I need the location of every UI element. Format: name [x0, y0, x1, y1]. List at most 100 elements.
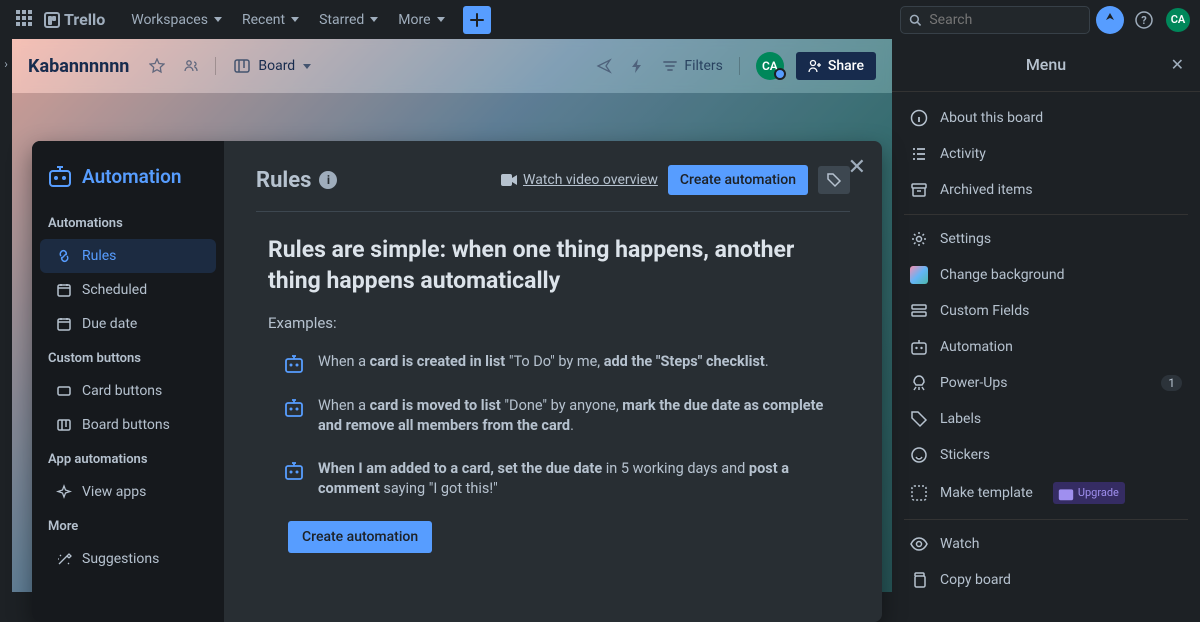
video-icon	[501, 174, 517, 186]
wand-icon	[56, 551, 72, 567]
menu-about-board[interactable]: About this board	[892, 100, 1200, 136]
tags-button[interactable]	[818, 166, 850, 194]
menu-automation[interactable]: Automation	[892, 329, 1200, 365]
board-title[interactable]: Kabannnnnn	[28, 56, 129, 77]
help-icon: ?	[1135, 11, 1153, 29]
compass-icon	[1102, 12, 1118, 28]
filters-button[interactable]: Filters	[656, 52, 729, 80]
sidebar-item-due-date[interactable]: Due date	[40, 307, 216, 341]
fields-icon	[910, 302, 928, 320]
menu-powerups[interactable]: Power-Ups1	[892, 365, 1200, 401]
nav-workspaces[interactable]: Workspaces	[121, 6, 232, 34]
help-button[interactable]: ?	[1130, 6, 1158, 34]
share-button[interactable]: Share	[796, 52, 876, 80]
nav-recent[interactable]: Recent	[232, 6, 309, 34]
menu-title: Menu	[1026, 55, 1066, 74]
section-app-automations: App automations	[32, 442, 224, 475]
chevron-down-icon	[303, 64, 311, 69]
sidebar-item-rules[interactable]: Rules	[40, 239, 216, 273]
sidebar-item-scheduled[interactable]: Scheduled	[40, 273, 216, 307]
menu-change-background[interactable]: Change background	[892, 257, 1200, 293]
powerups-count-badge: 1	[1161, 375, 1182, 391]
list-icon	[910, 145, 928, 163]
link-icon	[56, 248, 72, 264]
menu-custom-fields[interactable]: Custom Fields	[892, 293, 1200, 329]
people-icon	[183, 58, 199, 74]
bolt-icon	[630, 58, 644, 74]
rules-intro-heading: Rules are simple: when one thing happens…	[268, 234, 798, 296]
robot-icon	[284, 398, 304, 418]
search-input[interactable]	[900, 6, 1090, 34]
board-icon	[234, 58, 250, 74]
menu-labels[interactable]: Labels	[892, 401, 1200, 437]
board-icon	[56, 417, 72, 433]
apps-launcher-icon[interactable]	[16, 10, 36, 30]
robot-icon	[284, 354, 304, 374]
star-board-button[interactable]	[143, 52, 171, 80]
send-icon	[596, 58, 612, 74]
menu-watch[interactable]: Watch	[892, 526, 1200, 562]
calendar-icon	[56, 316, 72, 332]
close-menu-button[interactable]: ✕	[1171, 55, 1184, 74]
robot-icon	[910, 338, 928, 356]
watch-video-link[interactable]: Watch video overview	[501, 172, 658, 188]
rule-example: When I am added to a card, set the due d…	[284, 459, 838, 500]
notifications-button[interactable]	[1096, 6, 1124, 34]
chevron-down-icon	[437, 17, 445, 22]
chevron-down-icon	[214, 17, 222, 22]
calendar-icon	[56, 282, 72, 298]
rocket-icon	[910, 374, 928, 392]
sidebar-item-board-buttons[interactable]: Board buttons	[40, 408, 216, 442]
star-icon	[149, 58, 165, 74]
search-icon	[909, 13, 921, 27]
account-avatar[interactable]: CA	[1164, 6, 1192, 34]
gear-icon	[910, 230, 928, 248]
nav-starred[interactable]: Starred	[309, 6, 388, 34]
chevron-down-icon	[291, 17, 299, 22]
sidebar-item-suggestions[interactable]: Suggestions	[40, 542, 216, 576]
automation-bolt-button[interactable]	[624, 52, 650, 80]
close-automation-panel[interactable]: ✕	[848, 155, 866, 180]
filter-icon	[662, 58, 678, 74]
card-icon	[56, 383, 72, 399]
menu-settings[interactable]: Settings	[892, 221, 1200, 257]
section-automations: Automations	[32, 206, 224, 239]
tag-icon	[910, 410, 928, 428]
create-automation-button-secondary[interactable]: Create automation	[288, 521, 432, 553]
visibility-button[interactable]	[177, 52, 205, 80]
chevron-right-icon: ›	[4, 57, 8, 71]
sidebar-item-card-buttons[interactable]: Card buttons	[40, 374, 216, 408]
copy-icon	[910, 571, 928, 589]
upgrade-badge[interactable]: Upgrade	[1053, 482, 1125, 504]
archive-icon	[910, 181, 928, 199]
svg-text:?: ?	[1141, 14, 1147, 27]
info-icon[interactable]: i	[319, 171, 337, 189]
trello-logo[interactable]: Trello	[44, 10, 105, 29]
menu-activity[interactable]: Activity	[892, 136, 1200, 172]
sidebar-collapse-handle[interactable]: ›	[0, 39, 12, 592]
examples-label: Examples:	[268, 314, 850, 332]
sidebar-item-view-apps[interactable]: View apps	[40, 475, 216, 509]
section-custom-buttons: Custom buttons	[32, 341, 224, 374]
menu-archived[interactable]: Archived items	[892, 172, 1200, 208]
chevron-down-icon	[370, 17, 378, 22]
menu-make-template[interactable]: Make templateUpgrade	[892, 473, 1200, 513]
tag-icon	[826, 172, 842, 188]
template-icon	[910, 484, 928, 502]
board-view-switcher[interactable]: Board	[226, 54, 319, 78]
sparkle-icon	[56, 484, 72, 500]
create-button[interactable]	[463, 6, 491, 34]
robot-icon	[48, 166, 72, 188]
menu-stickers[interactable]: Stickers	[892, 437, 1200, 473]
background-thumb-icon	[910, 266, 928, 284]
briefcase-icon	[1057, 484, 1075, 502]
automation-panel-title: Automation	[32, 157, 224, 206]
create-automation-button[interactable]: Create automation	[668, 165, 808, 195]
sticker-icon	[910, 446, 928, 464]
butler-button[interactable]	[590, 52, 618, 80]
rules-title: Rules	[256, 168, 311, 193]
menu-copy-board[interactable]: Copy board	[892, 562, 1200, 592]
board-member-avatar[interactable]: CA	[756, 52, 784, 80]
automation-panel: Automation Automations Rules Scheduled D…	[32, 141, 882, 622]
nav-more[interactable]: More	[388, 6, 454, 34]
